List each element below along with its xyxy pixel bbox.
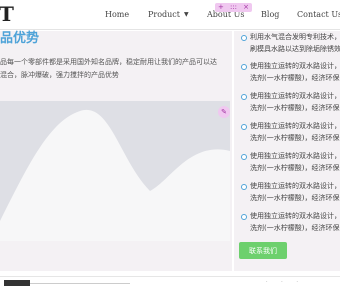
section-description-line: 混合，脉冲爆破，强力搅拌的产品优势 xyxy=(0,71,119,79)
remove-block-icon[interactable]: × xyxy=(243,3,249,12)
nav-product[interactable]: Product ▼ xyxy=(148,9,189,21)
next-section-divider xyxy=(30,283,130,284)
bullet-icon xyxy=(241,35,247,41)
next-section-icons: · · · xyxy=(266,279,304,285)
bullet-icon xyxy=(241,64,247,70)
site-logo[interactable]: T xyxy=(0,2,14,26)
top-nav: T Home Product ▼ About Us Blog Contact Us xyxy=(0,0,340,30)
feature-text: 洗剂(一水柠檬酸)，经济环保 xyxy=(250,74,340,82)
feature-text: 利用水气混合发明专利技术， xyxy=(250,33,340,41)
nav-contact[interactable]: Contact Us xyxy=(297,9,340,21)
bullet-icon xyxy=(241,184,247,190)
feature-text: 洗剂(一水柠檬酸)，经济环保 xyxy=(250,224,340,232)
next-section-block xyxy=(4,280,30,286)
chevron-down-icon: ▼ xyxy=(184,11,189,18)
add-block-icon[interactable]: + xyxy=(218,3,224,12)
feature-text: 使用独立运转的双水路设计， xyxy=(250,62,340,70)
feature-text: 洗剂(一水柠檬酸)，经济环保 xyxy=(250,164,340,172)
feature-text: 洗剂(一水柠檬酸)，经济环保 xyxy=(250,194,340,202)
nav-product-label: Product xyxy=(148,10,180,19)
image-placeholder-icon xyxy=(0,101,230,241)
feature-text: 洗剂(一水柠檬酸)，经济环保 xyxy=(250,134,340,142)
bullet-icon xyxy=(241,94,247,100)
bullet-icon xyxy=(241,154,247,160)
section-divider xyxy=(0,276,340,277)
bullet-icon xyxy=(241,124,247,130)
feature-text: 刷模具水路以达到除垢除锈效 xyxy=(250,45,340,53)
nav-home[interactable]: Home xyxy=(105,9,129,21)
feature-text: 使用独立运转的双水路设计， xyxy=(250,92,340,100)
image-placeholder[interactable] xyxy=(0,101,230,241)
section-title: 品优势 xyxy=(0,31,40,46)
feature-text: 使用独立运转的双水路设计， xyxy=(250,182,340,190)
contact-us-button[interactable]: 联系我们 xyxy=(239,242,287,259)
feature-text: 洗剂(一水柠檬酸)，经济环保 xyxy=(250,104,340,112)
nav-blog[interactable]: Blog xyxy=(261,9,279,21)
block-edit-toolbar: + ::: × xyxy=(215,3,252,12)
section-description-line: 品每一个零部件都是采用国外知名品牌，稳定耐用让我们的产品可以达 xyxy=(0,58,217,66)
feature-text: 使用独立运转的双水路设计， xyxy=(250,122,340,130)
bullet-icon xyxy=(241,214,247,220)
drag-handle-icon[interactable]: ::: xyxy=(230,3,237,12)
edit-pencil-icon[interactable]: ✎ xyxy=(218,106,230,118)
feature-text: 使用独立运转的双水路设计， xyxy=(250,212,340,220)
feature-text: 使用独立运转的双水路设计， xyxy=(250,152,340,160)
